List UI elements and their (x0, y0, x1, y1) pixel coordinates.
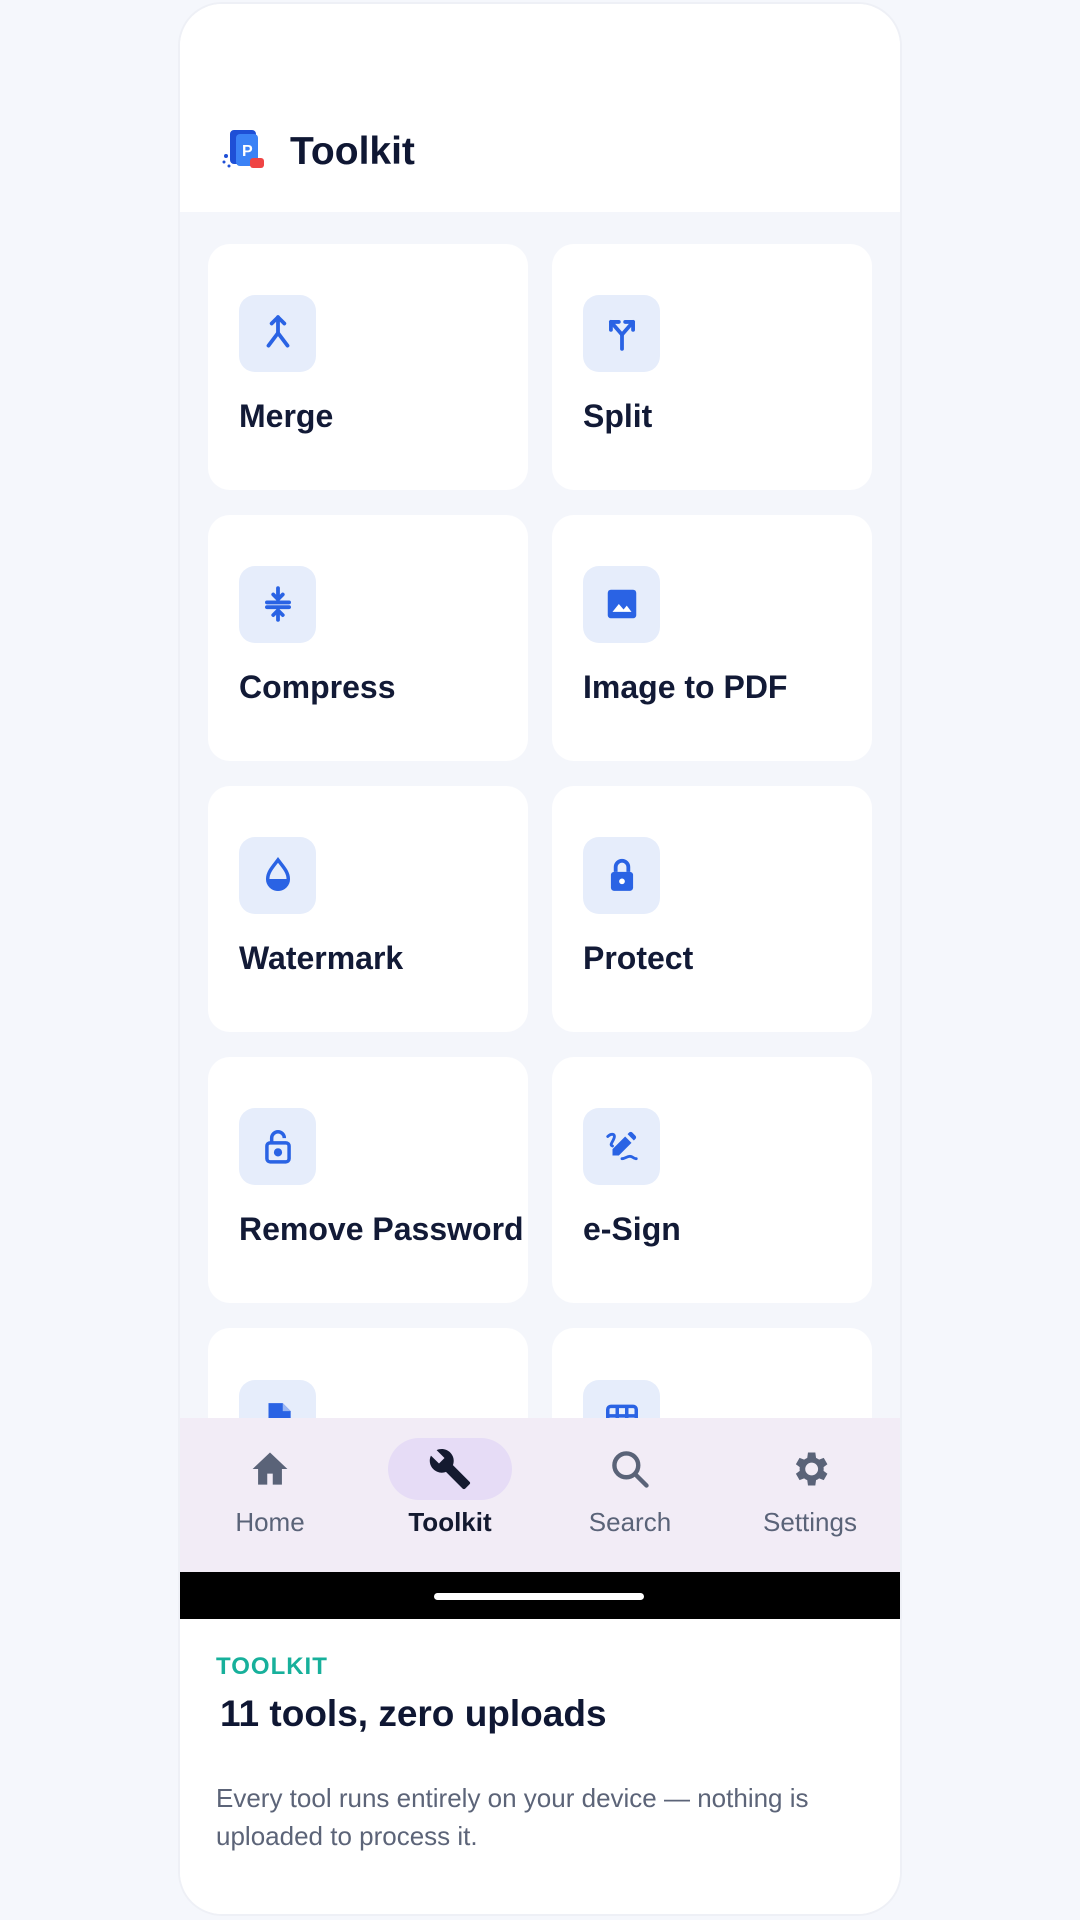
document-icon (268, 1402, 291, 1418)
gesture-handle[interactable] (434, 1593, 644, 1600)
tool-card-remove-password[interactable]: Remove Password (208, 1057, 528, 1303)
tool-label: e-Sign (583, 1210, 681, 1247)
phone-frame: P Toolkit Merge Split Compress Image to … (178, 2, 902, 1916)
tool-label: Protect (583, 939, 694, 976)
bottom-navigation: Home Toolkit Search Settings (180, 1418, 900, 1572)
nav-label: Home (235, 1507, 305, 1537)
section-description: Every tool runs entirely on your device … (216, 1783, 809, 1851)
signature-icon (605, 1131, 638, 1161)
tool-label: Compress (239, 668, 396, 705)
nav-label: Settings (763, 1507, 857, 1537)
tool-card-protect[interactable]: Protect (552, 786, 872, 1032)
app-header: P Toolkit (180, 4, 900, 212)
nav-item-toolkit[interactable]: Toolkit (360, 1418, 540, 1572)
section-eyebrow: TOOLKIT (216, 1653, 328, 1680)
nav-item-home[interactable]: Home (180, 1418, 360, 1572)
split-icon (608, 320, 635, 351)
system-gesture-bar (180, 1572, 900, 1619)
pdf-logo-icon: P (222, 130, 264, 168)
tool-card-merge[interactable]: Merge (208, 244, 528, 490)
home-icon (252, 1452, 288, 1485)
compress-icon (264, 586, 291, 622)
search-icon (612, 1451, 649, 1488)
lock-icon (610, 858, 633, 891)
tool-card-watermark[interactable]: Watermark (208, 786, 528, 1032)
tool-card-e-sign[interactable]: e-Sign (552, 1057, 872, 1303)
tool-label: Image to PDF (583, 668, 788, 705)
tool-card-compress[interactable]: Compress (208, 515, 528, 761)
page-title: Toolkit (290, 130, 415, 173)
tool-label: Remove Password (239, 1210, 524, 1247)
nav-item-search[interactable]: Search (540, 1418, 720, 1572)
tool-grid-scroll[interactable]: Merge Split Compress Image to PDF Waterm… (180, 212, 900, 1418)
image-icon (607, 589, 636, 619)
nav-label: Search (588, 1507, 672, 1537)
unlock-icon (264, 1130, 291, 1164)
tool-card-partial-right[interactable] (552, 1328, 872, 1418)
tool-label: Merge (239, 397, 334, 434)
section-headline: 11 tools, zero uploads (220, 1693, 607, 1734)
tool-card-image-to-pdf[interactable]: Image to PDF (552, 515, 872, 761)
watermark-icon (265, 857, 290, 891)
tool-card-split[interactable]: Split (552, 244, 872, 490)
tool-card-partial-left[interactable] (208, 1328, 528, 1418)
merge-icon (266, 315, 289, 348)
wrench-icon (429, 1449, 471, 1490)
tool-label: Watermark (239, 939, 404, 976)
gear-icon (795, 1452, 828, 1486)
grid-icon (605, 1404, 638, 1418)
tool-grid: Merge Split Compress Image to PDF Waterm… (208, 244, 872, 1418)
tool-label: Split (583, 397, 653, 434)
nav-label: Toolkit (408, 1507, 492, 1537)
nav-item-settings[interactable]: Settings (720, 1418, 900, 1572)
svg-text:P: P (242, 143, 253, 160)
info-panel: TOOLKIT 11 tools, zero uploads Every too… (180, 1619, 900, 1914)
